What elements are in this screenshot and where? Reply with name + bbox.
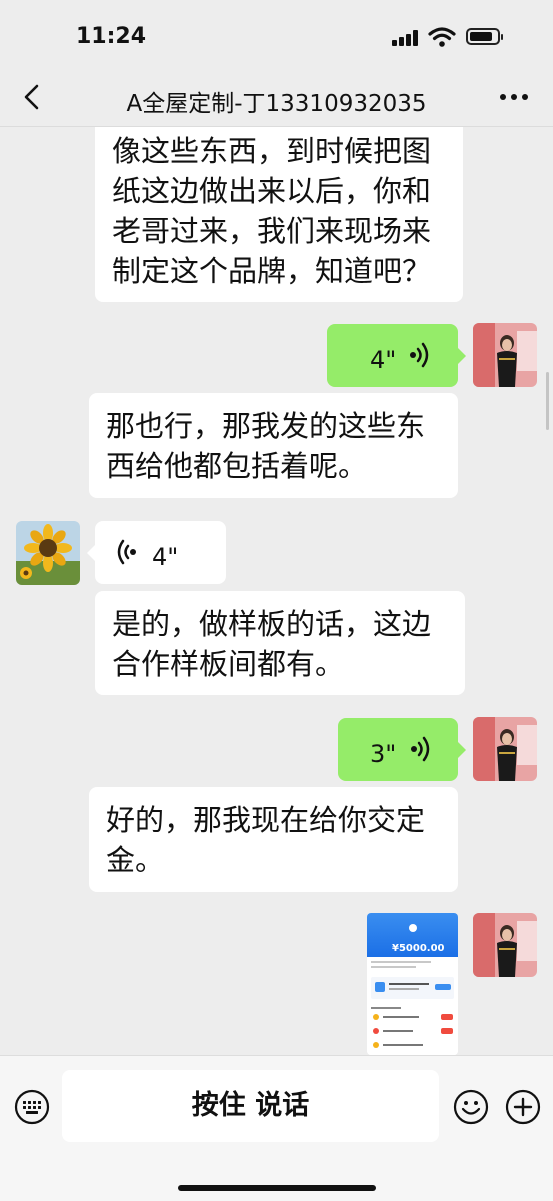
my-avatar[interactable] — [473, 717, 537, 781]
chat-header: A全屋定制-丁13310932035 — [0, 70, 553, 127]
chat-history[interactable]: 像这些东西，到时候把图 纸这边做出来以后，你和 老哥过来，我们来现场来 制定这个… — [0, 127, 553, 1055]
voice-wave-icon — [411, 736, 430, 762]
more-icon[interactable] — [495, 82, 535, 112]
voice-wave-icon — [117, 539, 136, 565]
voice-message-outgoing[interactable]: 4" — [327, 324, 466, 387]
message-bubble-incoming[interactable]: 是的，做样板的话，这边 合作样板间都有。 — [95, 591, 465, 695]
payment-amount: ¥5000.00 — [392, 943, 445, 954]
message-text: 好的，那我现在给你交定 金。 — [106, 803, 426, 877]
keyboard-icon[interactable] — [14, 1089, 50, 1125]
scroll-indicator — [546, 372, 549, 430]
emoji-icon[interactable] — [453, 1089, 489, 1125]
wifi-icon — [428, 27, 456, 47]
message-text: 是的，做样板的话，这边 合作样板间都有。 — [112, 607, 432, 681]
message-text: 像这些东西，到时候把图 纸这边做出来以后，你和 老哥过来，我们来现场来 制定这个… — [112, 134, 432, 288]
contact-avatar[interactable] — [16, 521, 80, 585]
signal-icon — [392, 30, 418, 46]
hold-to-talk-button[interactable]: 按住 说话 — [62, 1070, 439, 1142]
chat-title: A全屋定制-丁13310932035 — [126, 91, 427, 117]
voice-wave-icon — [410, 342, 429, 368]
message-bubble-incoming[interactable]: 那也行，那我发的这些东 西给他都包括着呢。 — [89, 393, 458, 498]
my-avatar[interactable] — [473, 913, 537, 977]
message-bubble-incoming[interactable]: 好的，那我现在给你交定 金。 — [89, 787, 458, 892]
status-bar: 11:24 — [0, 0, 553, 70]
plus-icon[interactable] — [505, 1089, 541, 1125]
message-bubble-incoming[interactable]: 像这些东西，到时候把图 纸这边做出来以后，你和 老哥过来，我们来现场来 制定这个… — [95, 127, 463, 302]
voice-duration: 4" — [152, 543, 179, 571]
voice-message-outgoing[interactable]: 3" — [338, 718, 466, 781]
my-avatar[interactable] — [473, 323, 537, 387]
input-bar: 按住 说话 — [0, 1055, 553, 1201]
voice-duration: 3" — [370, 740, 397, 768]
payment-screenshot-image[interactable]: ¥5000.00 — [367, 913, 458, 1055]
message-text: 那也行，那我发的这些东 西给他都包括着呢。 — [106, 409, 426, 483]
voice-message-incoming[interactable]: 4" — [87, 521, 226, 584]
voice-duration: 4" — [370, 346, 397, 374]
status-time: 11:24 — [76, 24, 147, 49]
home-indicator — [178, 1185, 376, 1191]
battery-icon — [466, 28, 503, 45]
